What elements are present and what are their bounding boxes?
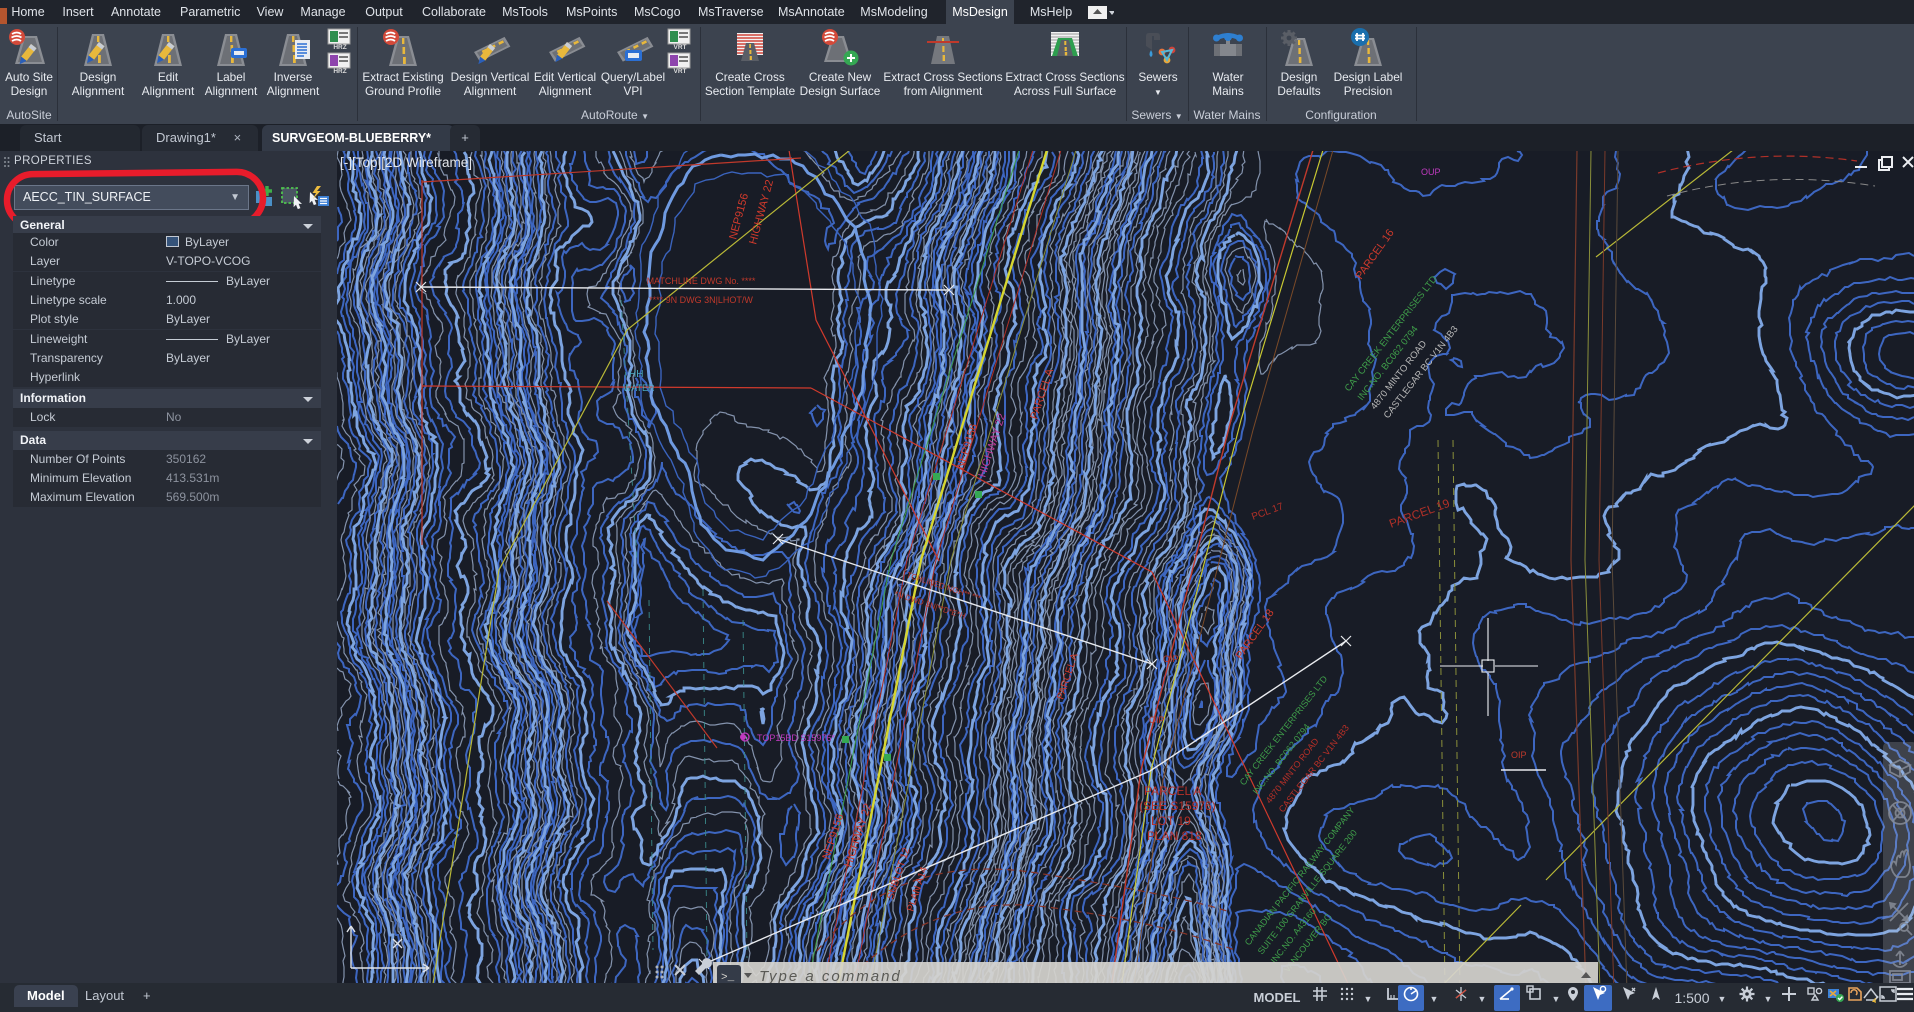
svg-text:NEP9156: NEP9156 [954,422,980,470]
svg-text:LOT 19: LOT 19 [1151,814,1191,828]
svg-text:[-][Top][2D Wireframe]: [-][Top][2D Wireframe] [340,155,472,170]
svg-text:OIP: OIP [1149,715,1165,725]
svg-text:HH: HH [629,369,643,380]
svg-text:WATER: WATER [623,383,655,393]
svg-text:OUP: OUP [1421,167,1441,177]
svg-text:PARCEL 19: PARCEL 19 [1387,496,1452,531]
svg-text:PCL 17: PCL 17 [1250,501,1285,523]
svg-text:VRT: VRT [674,68,687,74]
svg-text:MATCHLINE DWG No. ****: MATCHLINE DWG No. **** [647,276,756,286]
svg-text:VRT: VRT [674,44,687,50]
svg-text:PARCEL A: PARCEL A [1144,784,1201,798]
svg-text:HIGHWAY 22: HIGHWAY 22 [747,178,776,245]
svg-text:PLAN 818: PLAN 818 [1147,829,1202,843]
svg-text:PARCEL 16: PARCEL 16 [1354,227,1397,281]
svg-text:HRZ: HRZ [333,44,346,50]
svg-text:(SEE S15976): (SEE S15976) [1139,799,1216,813]
svg-text:**** 9N DWG 3N|LHOT/W: **** 9N DWG 3N|LHOT/W [649,295,753,305]
svg-text:HRZ: HRZ [333,68,346,74]
svg-text:Type a command: Type a command [759,968,902,983]
svg-text:OIP: OIP [1511,750,1527,760]
svg-text:>_: >_ [721,972,735,983]
svg-text:PLAN A14: PLAN A14 [905,865,930,913]
svg-text:OIP: OIP [1163,654,1179,664]
svg-text:!: ! [1874,998,1876,1003]
svg-text:TOP15BD S15976*: TOP15BD S15976* [757,733,835,743]
